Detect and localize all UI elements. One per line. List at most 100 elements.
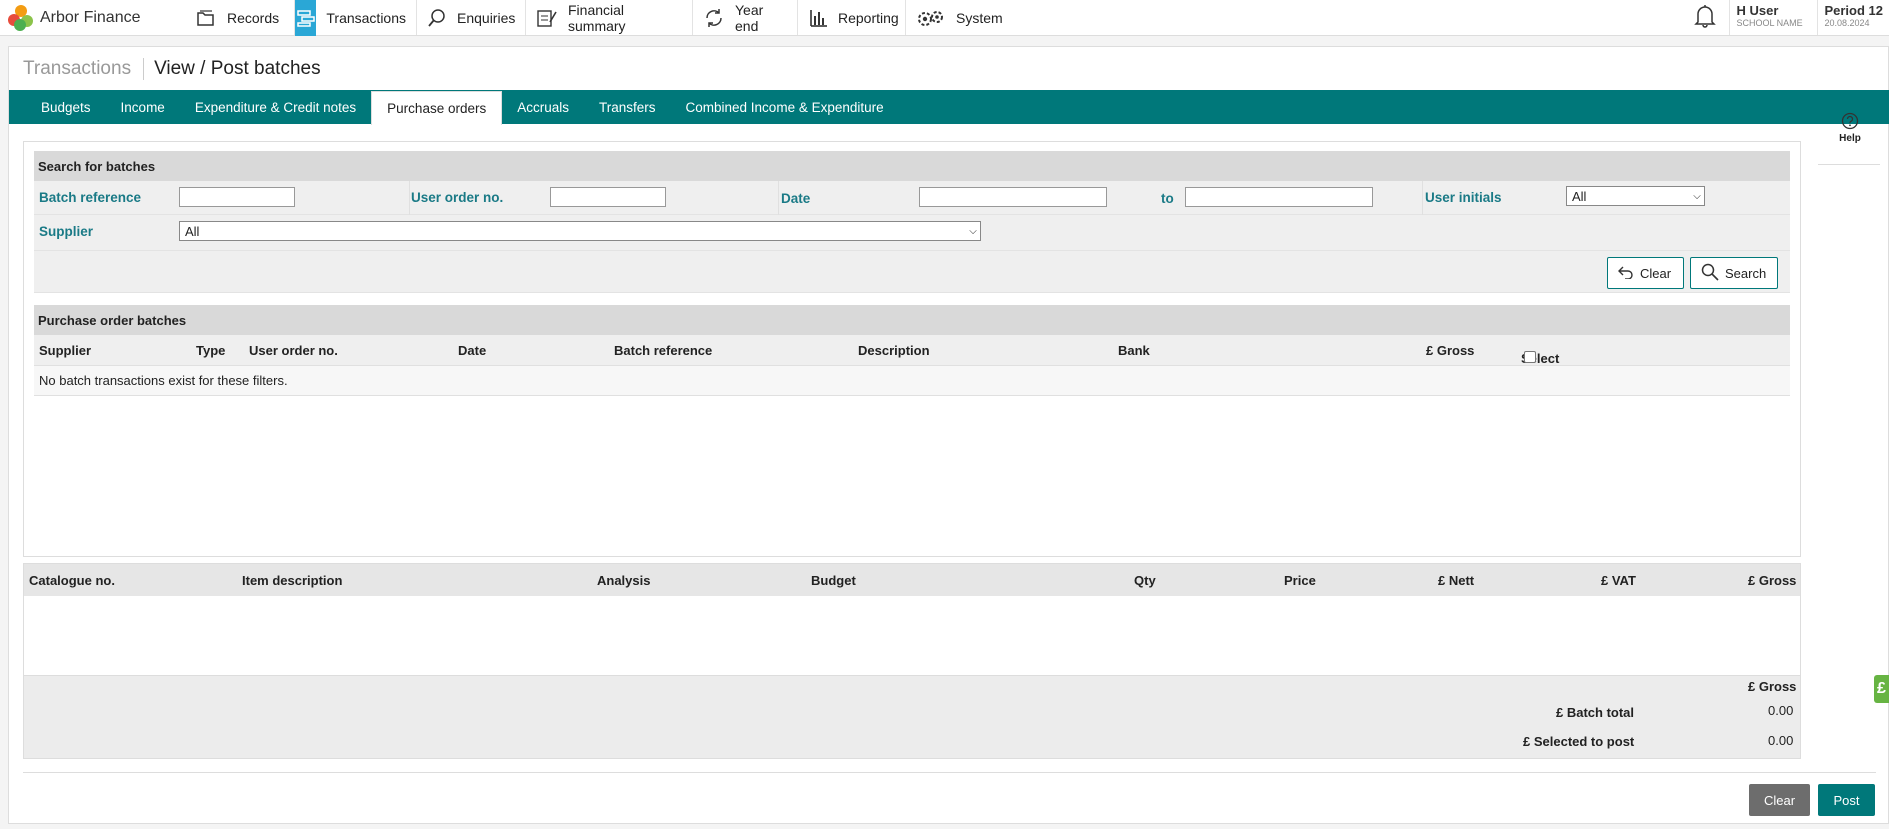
transactions-icon	[295, 0, 317, 36]
chevron-down-icon: ⌵	[969, 225, 977, 237]
items-table-header: Catalogue no. Item description Analysis …	[24, 564, 1800, 596]
divider	[778, 181, 779, 215]
nav-financial-summary-label: Financial summary	[568, 1, 626, 34]
user-initials-select[interactable]: All ⌵	[1566, 186, 1705, 206]
nav-financial-summary[interactable]: Financial summary	[526, 0, 693, 35]
search-button[interactable]: Search	[1690, 257, 1778, 289]
period-selector[interactable]: Period 12 20.08.2024	[1818, 0, 1889, 35]
gears-icon	[916, 7, 946, 29]
selected-to-post-label: £ Selected to post	[1523, 734, 1635, 749]
nav-enquiries-label: Enquiries	[457, 9, 516, 26]
supplier-value: All	[185, 223, 200, 239]
chevron-down-icon: ⌵	[1693, 190, 1701, 202]
divider	[23, 772, 1876, 773]
batch-total-value: 0.00	[1768, 703, 1794, 718]
divider	[1422, 181, 1423, 215]
search-icon	[427, 7, 447, 29]
col-item-gross: £ Gross	[1748, 573, 1797, 588]
col-price: Price	[1284, 573, 1316, 588]
breadcrumb-section[interactable]: Transactions	[23, 58, 145, 80]
date-to-label: to	[1161, 191, 1174, 206]
search-row-2: Supplier All ⌵	[34, 215, 1790, 251]
selected-to-post-value: 0.00	[1768, 733, 1794, 748]
side-tab-label: £	[1877, 680, 1886, 697]
search-row-1: Batch reference User order no. Date to U…	[34, 181, 1790, 215]
nav-year-end-label: Year end	[735, 1, 764, 34]
col-type[interactable]: Type	[196, 343, 225, 358]
nav-records-label: Records	[227, 9, 280, 26]
search-icon	[1701, 263, 1719, 284]
search-actions: Clear Search	[34, 251, 1790, 293]
period-date: 20.08.2024	[1824, 18, 1870, 28]
col-qty: Qty	[1134, 573, 1156, 588]
user-order-input[interactable]	[550, 187, 666, 207]
nav-system[interactable]: System	[906, 0, 1006, 35]
nav-year-end[interactable]: Year end	[693, 0, 798, 35]
col-date[interactable]: Date	[458, 343, 486, 358]
tab-transfers[interactable]: Transfers	[584, 90, 671, 124]
col-bank[interactable]: Bank	[1118, 343, 1150, 358]
col-gross[interactable]: £ Gross	[1426, 343, 1474, 358]
side-feedback-tab[interactable]: £	[1874, 675, 1889, 703]
date-from-input[interactable]	[919, 187, 1107, 207]
nav-system-label: System	[956, 9, 1003, 26]
help-icon	[1820, 112, 1880, 133]
items-panel: Catalogue no. Item description Analysis …	[23, 563, 1801, 759]
tab-accruals[interactable]: Accruals	[502, 90, 584, 124]
clear-search-button[interactable]: Clear	[1607, 257, 1684, 289]
brand[interactable]: Arbor Finance	[0, 0, 195, 35]
arbor-logo-icon	[8, 4, 34, 31]
batch-reference-label: Batch reference	[39, 190, 142, 205]
col-nett: £ Nett	[1438, 573, 1475, 588]
col-supplier[interactable]: Supplier	[39, 343, 91, 358]
undo-icon	[1618, 265, 1634, 282]
nav-enquiries[interactable]: Enquiries	[417, 0, 526, 35]
nav-records[interactable]: Records	[195, 0, 295, 35]
notifications-button[interactable]	[1680, 0, 1731, 35]
nav-reporting-label: Reporting	[838, 9, 899, 26]
user-order-label: User order no.	[411, 190, 504, 205]
items-table-body	[24, 596, 1800, 676]
period-label: Period 12	[1824, 3, 1883, 18]
search-title: Search for batches	[34, 151, 1790, 181]
col-budget: Budget	[811, 573, 856, 588]
tab-income[interactable]: Income	[106, 90, 180, 124]
nav-transactions[interactable]: Transactions	[295, 0, 417, 36]
date-to-input[interactable]	[1185, 187, 1373, 207]
batch-total-label: £ Batch total	[1556, 705, 1635, 720]
date-label: Date	[781, 191, 811, 206]
app-name: Arbor Finance	[40, 8, 141, 26]
nav-reporting[interactable]: Reporting	[798, 0, 906, 35]
user-initials-label: User initials	[1425, 190, 1502, 205]
user-menu[interactable]: H User SCHOOL NAME	[1730, 0, 1819, 35]
col-item-description: Item description	[242, 573, 343, 588]
col-batch-reference[interactable]: Batch reference	[614, 343, 712, 358]
totals-section: £ Gross £ Batch total 0.00 £ Selected to…	[24, 676, 1800, 758]
tab-budgets[interactable]: Budgets	[26, 90, 106, 124]
col-user-order[interactable]: User order no.	[249, 343, 338, 358]
supplier-select[interactable]: All ⌵	[179, 221, 981, 241]
batch-reference-input[interactable]	[179, 187, 295, 207]
post-button[interactable]: Post	[1818, 784, 1875, 816]
breadcrumb: Transactions View / Post batches	[9, 47, 1888, 91]
clear-button[interactable]: Clear	[1749, 784, 1810, 816]
tab-combined-income-expenditure[interactable]: Combined Income & Expenditure	[671, 90, 899, 124]
user-name: H User	[1736, 3, 1779, 18]
tab-expenditure-credit-notes[interactable]: Expenditure & Credit notes	[180, 90, 371, 124]
user-initials-value: All	[1572, 188, 1587, 204]
select-all-checkbox[interactable]	[1524, 351, 1536, 363]
help-label: Help	[1839, 133, 1861, 144]
totals-gross-header: £ Gross	[1748, 679, 1797, 694]
supplier-label: Supplier	[39, 224, 94, 239]
purchase-order-batches: Purchase order batches Supplier Type Use…	[34, 305, 1790, 396]
tab-purchase-orders[interactable]: Purchase orders	[371, 91, 503, 125]
search-section: Search for batches Batch reference User …	[34, 151, 1790, 293]
top-navigation: Arbor Finance Records Transactions Enqui…	[0, 0, 1889, 36]
batches-title: Purchase order batches	[34, 305, 1790, 335]
folder-icon	[195, 7, 217, 29]
clear-search-label: Clear	[1640, 265, 1672, 281]
bar-chart-icon	[808, 7, 828, 29]
help-button[interactable]: Help	[1820, 112, 1880, 144]
col-description[interactable]: Description	[858, 343, 930, 358]
empty-message: No batch transactions exist for these fi…	[34, 366, 1790, 396]
